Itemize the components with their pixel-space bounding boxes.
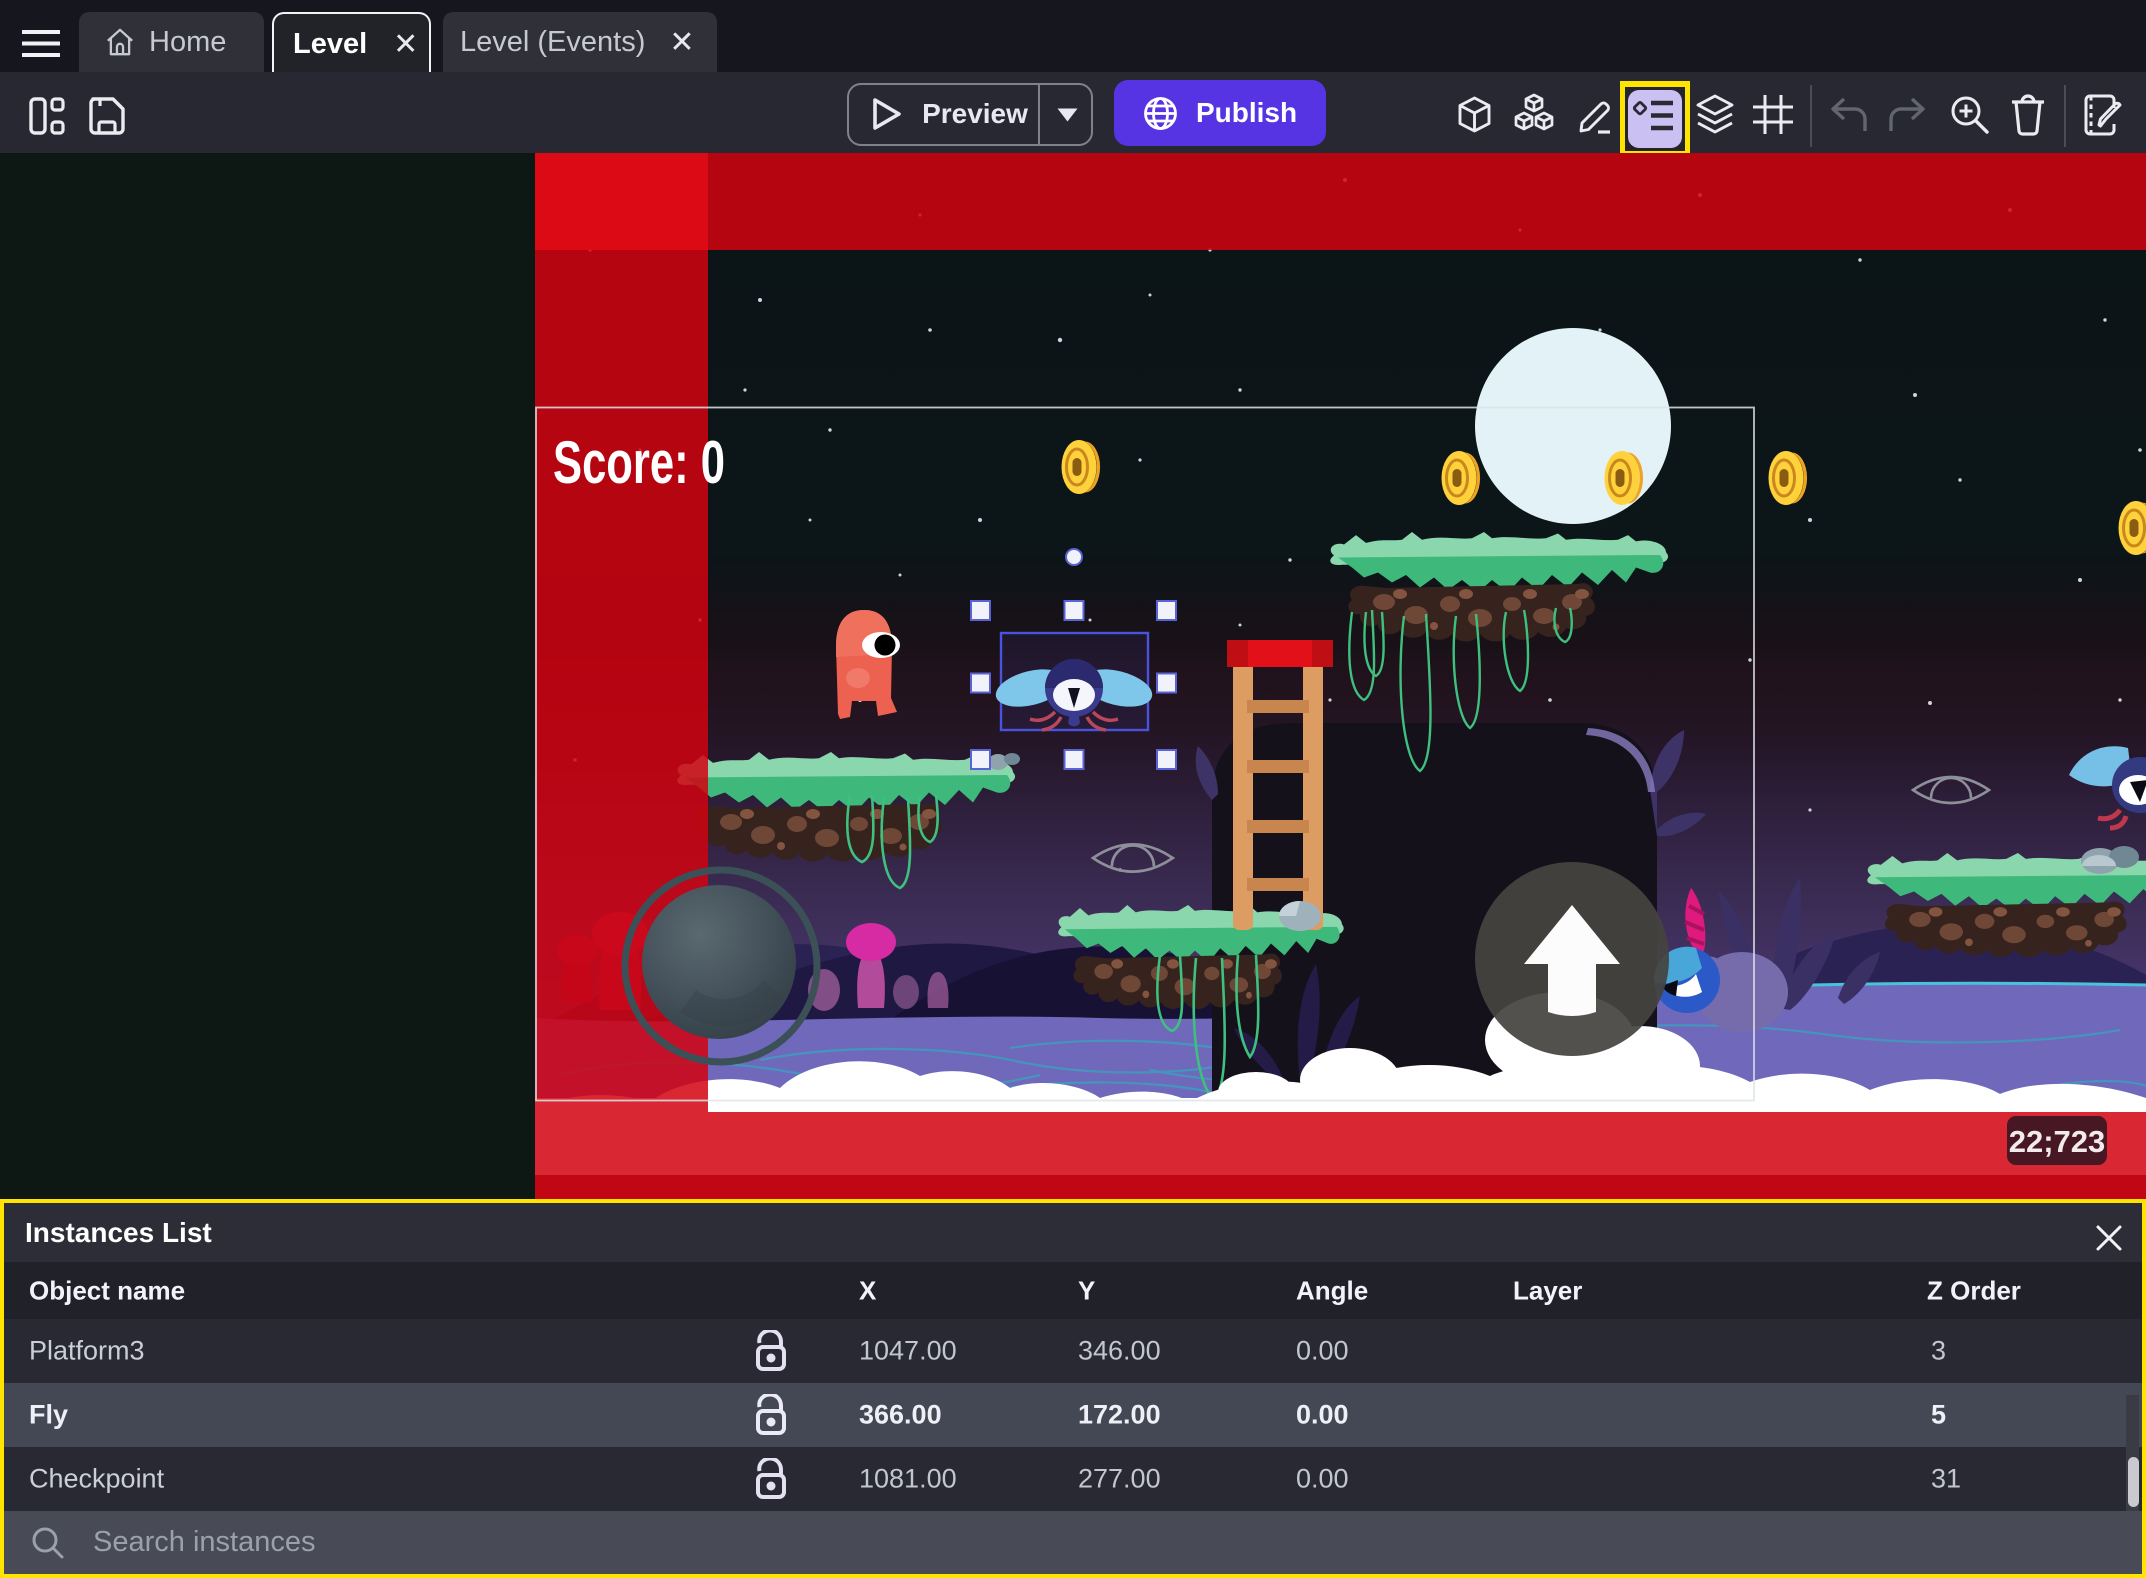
svg-text:22;723: 22;723 — [2009, 1124, 2106, 1159]
svg-text:Score: 0: Score: 0 — [553, 429, 725, 496]
